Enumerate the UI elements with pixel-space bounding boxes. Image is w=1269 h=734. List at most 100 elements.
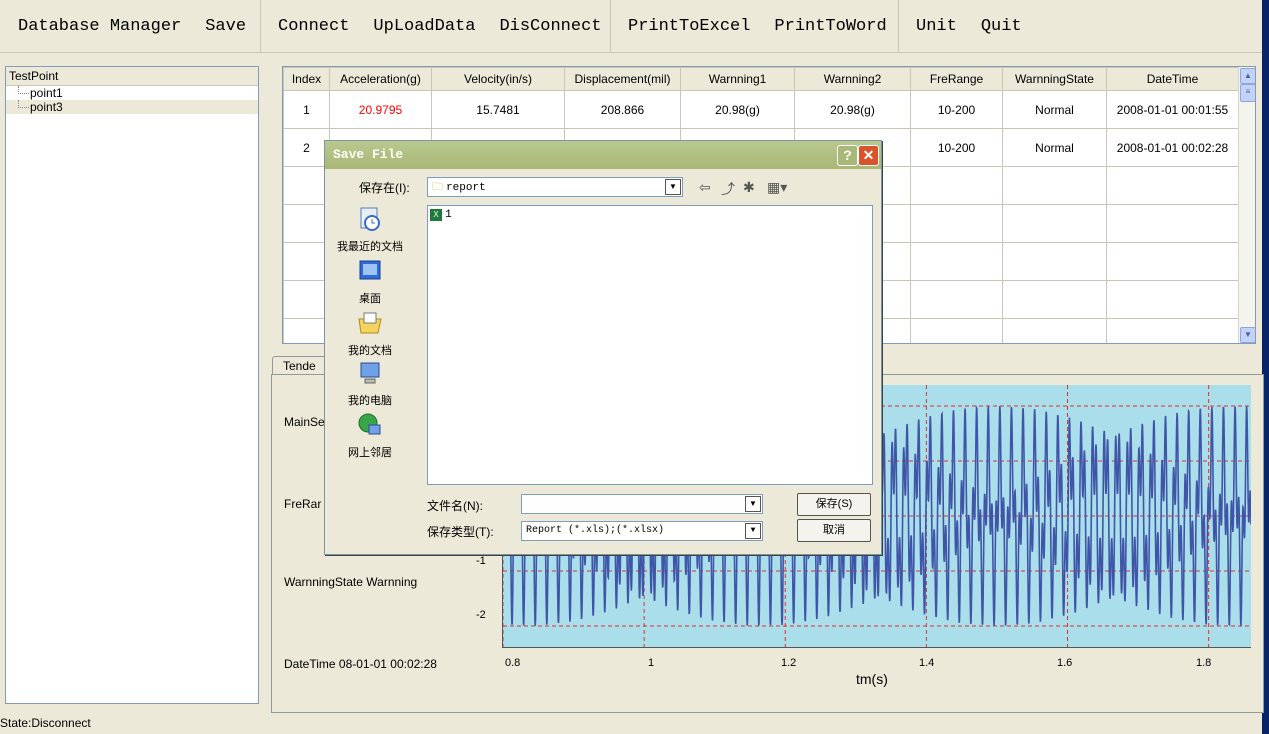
save-file-dialog: Save File ? ✕ 保存在(I): 🗀 report ▼ ⇦ ⤴ ✱ ▦… xyxy=(324,140,882,555)
close-button[interactable]: ✕ xyxy=(858,145,879,166)
cell: 2008-01-01 00:02:28 xyxy=(1106,128,1239,167)
place-label: 我的电脑 xyxy=(348,395,392,407)
menu-print-to-word[interactable]: PrintToWord xyxy=(774,17,886,36)
cell: 10-200 xyxy=(910,90,1003,129)
up-folder-icon[interactable]: ⤴ xyxy=(721,179,735,199)
cancel-button[interactable]: 取消 xyxy=(797,519,871,542)
x-tick-label: 1.4 xyxy=(919,657,935,669)
menu-save[interactable]: Save xyxy=(205,17,246,36)
save-button[interactable]: 保存(S) xyxy=(797,493,871,516)
recent-documents-icon xyxy=(360,207,380,231)
filename-input[interactable]: ▼ xyxy=(521,494,763,514)
col-datetime[interactable]: DateTime xyxy=(1106,67,1239,91)
place-network[interactable]: 网上邻居 xyxy=(335,411,405,460)
chevron-down-icon: ▼ xyxy=(745,523,761,539)
filetype-label: 保存类型(T): xyxy=(427,525,494,539)
cell: 20.98(g) xyxy=(680,90,795,129)
col-velocity[interactable]: Velocity(in/s) xyxy=(431,67,565,91)
menu-database-manager[interactable]: Database Manager xyxy=(18,17,181,36)
grid-header-row: Index Acceleration(g) Velocity(in/s) Dis… xyxy=(283,67,1239,91)
y-tick-label: -1 xyxy=(476,555,486,567)
network-places-icon xyxy=(358,413,381,435)
col-acceleration[interactable]: Acceleration(g) xyxy=(329,67,432,91)
menu-upload-data[interactable]: UpLoadData xyxy=(373,17,475,36)
folder-name: report xyxy=(446,182,486,194)
file-name: 1 xyxy=(445,209,452,221)
save-in-dropdown[interactable]: 🗀 report ▼ xyxy=(427,177,683,197)
place-label: 网上邻居 xyxy=(348,447,392,459)
cell: 10-200 xyxy=(910,128,1003,167)
table-row[interactable]: 1 20.9795 15.7481 208.866 20.98(g) 20.98… xyxy=(283,90,1239,129)
frerange-label: FreRar xyxy=(284,497,322,511)
tree-node-point1[interactable]: point1 xyxy=(6,86,258,100)
col-frerange[interactable]: FreRange xyxy=(910,67,1003,91)
col-warnning2[interactable]: Warnning2 xyxy=(794,67,911,91)
tree-node-label: point1 xyxy=(30,86,63,100)
scroll-up-icon[interactable]: ▲ xyxy=(1240,68,1255,84)
tree-node-label: point3 xyxy=(30,100,63,114)
place-my-computer[interactable]: 我的电脑 xyxy=(335,359,405,408)
filename-label: 文件名(N): xyxy=(427,499,483,513)
x-tick-label: 1.2 xyxy=(781,657,797,669)
cell: 2 xyxy=(283,128,330,167)
col-warnning-state[interactable]: WarnningState xyxy=(1002,67,1107,91)
chevron-down-icon: ▼ xyxy=(665,179,681,195)
cell: 208.866 xyxy=(564,90,681,129)
status-bar: State:Disconnect xyxy=(0,716,91,730)
my-documents-icon xyxy=(358,312,382,334)
place-my-documents[interactable]: 我的文档 xyxy=(335,309,405,358)
save-in-label: 保存在(I): xyxy=(359,181,410,195)
cell: Normal xyxy=(1002,90,1107,129)
folder-icon: 🗀 xyxy=(432,181,443,193)
x-tick-label: 1.8 xyxy=(1196,657,1212,669)
scroll-thumb[interactable]: ≡ xyxy=(1240,84,1255,102)
dialog-title: Save File xyxy=(325,141,881,169)
y-tick-label: -2 xyxy=(476,609,486,621)
menu-group-app: Unit Quit xyxy=(898,0,1060,52)
place-label: 我的文档 xyxy=(348,345,392,357)
col-index[interactable]: Index xyxy=(283,67,330,91)
place-recent[interactable]: 我最近的文档 xyxy=(335,205,405,254)
menu-disconnect[interactable]: DisConnect xyxy=(499,17,601,36)
cell: 15.7481 xyxy=(431,90,565,129)
x-tick-label: 1.6 xyxy=(1057,657,1073,669)
warnning-state-label: WarnningState Warnning xyxy=(284,575,418,589)
menu-quit[interactable]: Quit xyxy=(981,17,1022,36)
chevron-down-icon: ▼ xyxy=(745,496,761,512)
menu-group-database: Database Manager Save xyxy=(0,0,261,52)
scroll-down-icon[interactable]: ▼ xyxy=(1240,327,1255,343)
tree-branch-line xyxy=(18,86,29,94)
view-menu-icon[interactable]: ▦▾ xyxy=(767,179,787,196)
filetype-value: Report (*.xls);(*.xlsx) xyxy=(526,525,665,536)
menu-connect[interactable]: Connect xyxy=(278,17,349,36)
x-tick-label: 1 xyxy=(648,657,655,669)
place-label: 桌面 xyxy=(359,293,381,305)
menu-bar: Database Manager Save Connect UpLoadData… xyxy=(0,0,1262,53)
cell-acceleration: 20.9795 xyxy=(329,90,432,129)
main-setting-label: MainSe xyxy=(284,415,325,429)
back-icon[interactable]: ⇦ xyxy=(699,179,711,196)
cell: 20.98(g) xyxy=(794,90,911,129)
datetime-label: DateTime 08-01-01 00:02:28 xyxy=(284,657,437,671)
menu-print-to-excel[interactable]: PrintToExcel xyxy=(628,17,750,36)
place-label: 我最近的文档 xyxy=(337,241,403,253)
col-warnning1[interactable]: Warnning1 xyxy=(680,67,795,91)
cell: Normal xyxy=(1002,128,1107,167)
new-folder-icon[interactable]: ✱ xyxy=(743,179,755,196)
x-axis-title: tm(s) xyxy=(856,671,888,687)
desktop-icon xyxy=(359,260,381,280)
grid-scrollbar[interactable]: ▲ ≡ ▼ xyxy=(1238,67,1255,343)
menu-group-connection: Connect UpLoadData DisConnect xyxy=(260,0,611,52)
tree-node-point3[interactable]: point3 xyxy=(6,100,258,114)
filetype-select[interactable]: Report (*.xls);(*.xlsx) ▼ xyxy=(521,521,763,541)
place-desktop[interactable]: 桌面 xyxy=(335,257,405,306)
col-displacement[interactable]: Displacement(mil) xyxy=(564,67,681,91)
cell: 1 xyxy=(283,90,330,129)
help-button[interactable]: ? xyxy=(837,145,858,166)
test-point-tree: TestPoint point1 point3 xyxy=(5,66,259,704)
file-item[interactable]: X 1 xyxy=(430,208,452,221)
menu-unit[interactable]: Unit xyxy=(916,17,957,36)
cell: 2008-01-01 00:01:55 xyxy=(1106,90,1239,129)
tree-branch-line xyxy=(18,100,29,108)
file-list: X 1 xyxy=(427,205,873,485)
